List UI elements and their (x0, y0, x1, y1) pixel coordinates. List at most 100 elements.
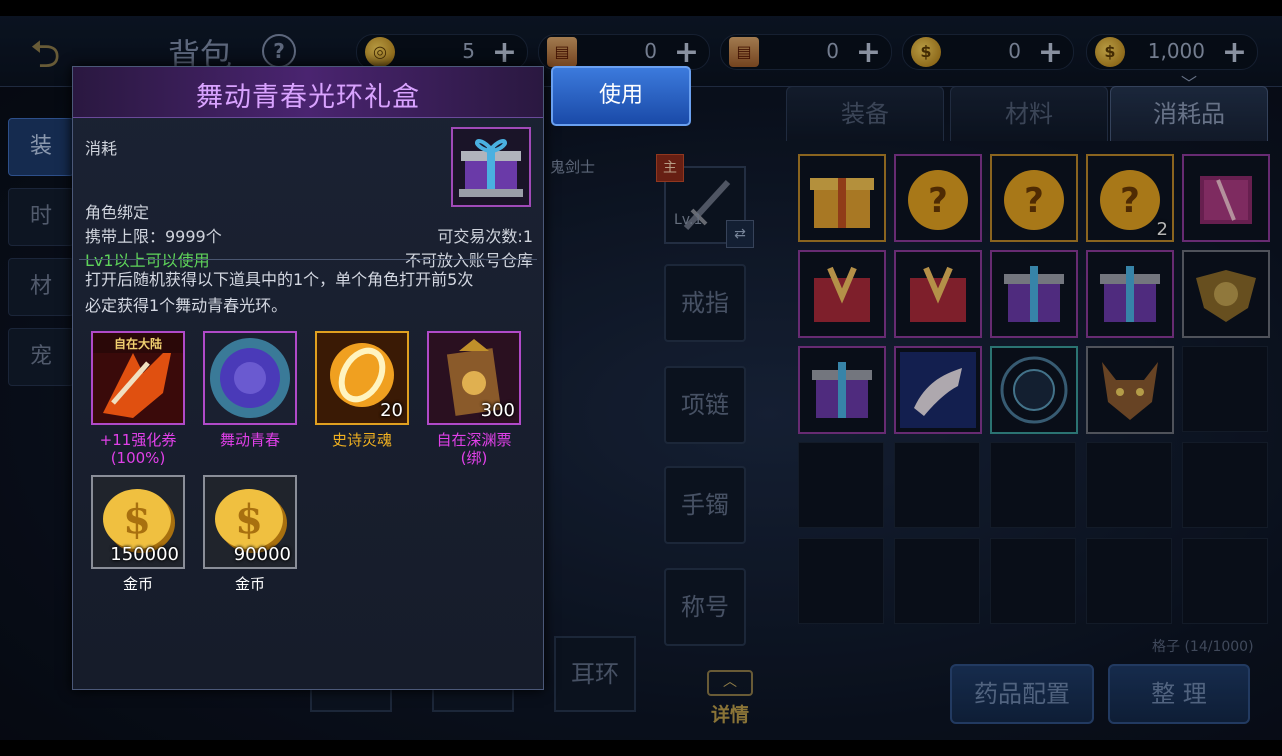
inventory-slot[interactable] (1086, 442, 1172, 528)
add-currency-button[interactable]: + (1222, 35, 1247, 70)
inventory-slot[interactable] (990, 346, 1078, 434)
currency-value: 1,000 (1147, 39, 1205, 63)
item-type: 消耗 (85, 139, 118, 158)
add-currency-button[interactable]: + (674, 35, 699, 70)
svg-text:?: ? (1120, 181, 1140, 221)
inventory-slot[interactable] (990, 442, 1076, 528)
purple-gift-box-icon (1004, 266, 1064, 322)
mystery-coin-icon: ? (908, 170, 968, 230)
inventory-slot[interactable] (1086, 346, 1174, 434)
game-screen: ⮌ 背包 ? ◎ 5 + ▤ 0 + ▤ 0 + $ 0 + $ 1,000 +… (0, 16, 1282, 740)
swap-icon[interactable]: ⇄ (726, 220, 754, 248)
inventory-slot[interactable] (1086, 538, 1172, 624)
svg-text:?: ? (928, 181, 948, 221)
character-name: 鬼剑士 (550, 158, 596, 176)
tab-consumables[interactable]: ﹀ 消耗品 (1110, 76, 1268, 141)
potion-config-button[interactable]: 药品配置 (950, 664, 1094, 724)
feather-coin-icon: ◎ (365, 37, 395, 67)
enhance-ticket-icon: 自在大陆 (91, 331, 185, 425)
reward-item[interactable]: 300 自在深渊票(绑) (427, 331, 521, 467)
red-gift-box-icon (910, 266, 966, 322)
currency-gold: $ 0 + (902, 34, 1074, 70)
help-icon[interactable]: ? (262, 34, 296, 68)
side-tab-fashion[interactable]: 时 (8, 188, 74, 246)
popup-header: 舞动青春光环礼盒 (73, 67, 543, 118)
inventory-slot[interactable] (1182, 154, 1270, 242)
emblem-badge-icon (1196, 270, 1256, 322)
inventory-slot[interactable] (798, 538, 884, 624)
inventory-slot[interactable]: ? (990, 154, 1078, 242)
description-line: 必定获得1个舞动青春光环。 (85, 296, 288, 315)
currency-value: 5 (462, 39, 475, 63)
add-currency-button[interactable]: + (856, 35, 881, 70)
inventory-slot[interactable] (1182, 250, 1270, 338)
divider (79, 259, 537, 260)
inventory-slot[interactable] (798, 442, 884, 528)
necklace-slot[interactable]: 项链 (664, 366, 746, 444)
currency-value: 0 (1008, 39, 1021, 63)
book-icon (1200, 176, 1252, 224)
tab-equipment[interactable]: 装备 (786, 86, 944, 141)
item-count: 2 (1156, 219, 1168, 240)
inventory-slot[interactable] (798, 250, 886, 338)
add-currency-button[interactable]: + (492, 35, 517, 70)
purple-gift-box-icon (1100, 266, 1160, 322)
weapon-level: Lv.1 (674, 212, 703, 228)
currency-value: 0 (644, 39, 657, 63)
reward-count: 20 (380, 400, 403, 421)
mystery-coin-icon: ? (1004, 170, 1064, 230)
side-tab-pet[interactable]: 宠 (8, 328, 74, 386)
purple-gift-box-icon (451, 127, 531, 207)
use-button[interactable]: 使用 (551, 66, 691, 126)
reward-item[interactable]: $ 90000 金币 (203, 475, 297, 593)
reward-name: 舞动青春 (219, 431, 280, 449)
earring-slot[interactable]: 耳环 (554, 636, 636, 712)
side-tab-equip[interactable]: 装 (8, 118, 74, 176)
trade-count: 可交易次数:1 (437, 227, 533, 246)
inventory-slot[interactable] (1182, 346, 1268, 432)
inventory-slot[interactable] (894, 250, 982, 338)
reward-item[interactable]: 自在大陆 +11强化券(100%) (91, 331, 185, 467)
bracelet-slot[interactable]: 手镯 (664, 466, 746, 544)
inventory-slot[interactable] (894, 442, 980, 528)
reward-count: 90000 (233, 544, 291, 565)
inventory-slot[interactable] (990, 250, 1078, 338)
dance-aura-icon (203, 331, 297, 425)
inventory-slot[interactable] (990, 538, 1076, 624)
inventory-slot[interactable] (1086, 250, 1174, 338)
reward-name: 史诗灵魂 (331, 431, 392, 449)
locked-gold-coin-icon: $ (1095, 37, 1125, 67)
inventory-slot[interactable] (1182, 442, 1268, 528)
side-tab-material[interactable]: 材 (8, 258, 74, 316)
inventory-slot[interactable] (798, 154, 886, 242)
inventory-capacity: 格子 (14/1000) (1152, 639, 1254, 655)
inventory-slot[interactable]: ? 2 (1086, 154, 1174, 242)
reward-item[interactable]: 舞动青春 (203, 331, 297, 449)
tab-material[interactable]: 材料 (950, 86, 1108, 141)
inventory-slot[interactable] (894, 346, 982, 434)
bind-type: 角色绑定 (85, 203, 150, 222)
reward-item[interactable]: 20 史诗灵魂 (315, 331, 409, 449)
detail-button[interactable]: ︿ 详情 (706, 670, 754, 727)
gold-coin-icon: $ (911, 37, 941, 67)
sort-button[interactable]: 整 理 (1108, 664, 1250, 724)
add-currency-button[interactable]: + (1038, 35, 1063, 70)
ring-slot[interactable]: 戒指 (664, 264, 746, 342)
inventory-slot[interactable] (894, 538, 980, 624)
inventory-slot[interactable] (1182, 538, 1268, 624)
chevron-up-icon: ︿ (707, 670, 753, 696)
title-slot[interactable]: 称号 (664, 568, 746, 646)
inventory-slot[interactable] (798, 346, 886, 434)
tab-label: 消耗品 (1153, 100, 1225, 128)
gift-box-icon (810, 178, 874, 228)
currency-feather: ◎ 5 + (356, 34, 528, 70)
item-description: 打开后随机获得以下道具中的1个，单个角色打开前5次 必定获得1个舞动青春光环。 (85, 267, 531, 319)
abyss-ticket-icon: 300 (427, 331, 521, 425)
reward-name: 金币 (234, 575, 265, 593)
item-detail-popup: 舞动青春光环礼盒 消耗 角色绑定 携带上限：9999个 可交易次数:1 Lv1以… (72, 66, 544, 690)
reward-item[interactable]: $ 150000 金币 (91, 475, 185, 593)
inventory-slot[interactable]: ? (894, 154, 982, 242)
beast-head-icon (1102, 362, 1158, 420)
reward-name: +11强化券(100%) (99, 431, 177, 467)
reward-count: 150000 (110, 544, 179, 565)
